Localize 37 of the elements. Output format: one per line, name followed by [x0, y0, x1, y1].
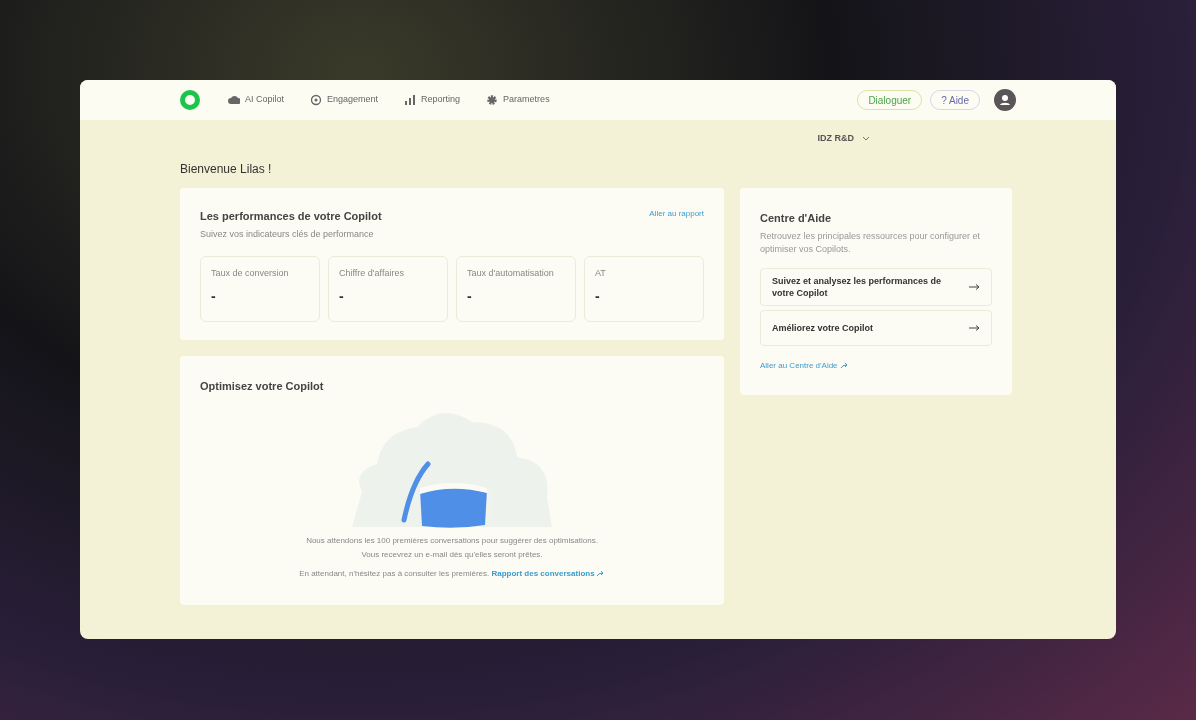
- kpi-label: AT: [595, 266, 607, 280]
- nav-item[interactable]: Parametres: [486, 93, 550, 107]
- kpi-value: -: [467, 287, 473, 306]
- chevron-down-icon[interactable]: [862, 135, 870, 142]
- kpi-label: Taux d'automatisation: [467, 266, 555, 280]
- arrow-icon: [596, 570, 605, 577]
- kpi-value: -: [595, 287, 601, 306]
- card-subtitle: Retrouvez les principales ressources pour configurer et optimiser vos Copilots.: [760, 230, 982, 256]
- workspace-selector[interactable]: IDZ R&D: [817, 132, 854, 146]
- nav-item[interactable]: Reporting: [404, 93, 461, 107]
- bar-chart-icon: [404, 94, 417, 106]
- arrow-right-icon: [969, 284, 980, 290]
- arrow-icon: [840, 363, 849, 369]
- kpi-label: Taux de conversion: [211, 266, 290, 280]
- help-resource-link[interactable]: Améliorez votre Copilot: [760, 310, 992, 346]
- target-icon: [310, 94, 323, 106]
- avatar-icon[interactable]: [994, 89, 1016, 111]
- kpi-value: -: [339, 287, 345, 306]
- report-link[interactable]: Aller au rapport: [649, 207, 704, 242]
- settings-icon: [486, 94, 499, 106]
- help-resource-link[interactable]: Suivez et analysez les performances de votre Copilot: [760, 268, 992, 306]
- card-subtitle: Suivez vos indicateurs clés de performance: [200, 228, 375, 241]
- card-title: Centre d'Aide: [760, 210, 833, 226]
- conversations-report-link[interactable]: Rapport des conversations: [491, 569, 605, 578]
- hint-text: En attendant, n'hésitez pas à consulter les premières.: [299, 569, 490, 578]
- empty-state-message: Nous attendons les 100 premières conversations pour suggérer des optimisations. Vous recevrez un e-mail dès qu'elles seront prêtes.: [305, 535, 599, 561]
- logo-icon: [180, 90, 200, 110]
- help-center-link[interactable]: Aller au Centre d'Aide: [760, 360, 849, 372]
- nav-item[interactable]: Engagement: [310, 93, 379, 107]
- nav-item[interactable]: AI Copilot: [228, 93, 285, 107]
- card-title: Optimisez votre Copilot: [200, 378, 325, 394]
- arrow-right-icon: [969, 325, 980, 331]
- card-title: Les performances de votre Copilot: [200, 208, 382, 224]
- cloud-icon: [228, 94, 240, 106]
- kpi-label: Chiffre d'affaires: [339, 266, 405, 280]
- greeting: Bienvenue Lilas !: [180, 160, 273, 178]
- kpi-value: -: [211, 287, 217, 306]
